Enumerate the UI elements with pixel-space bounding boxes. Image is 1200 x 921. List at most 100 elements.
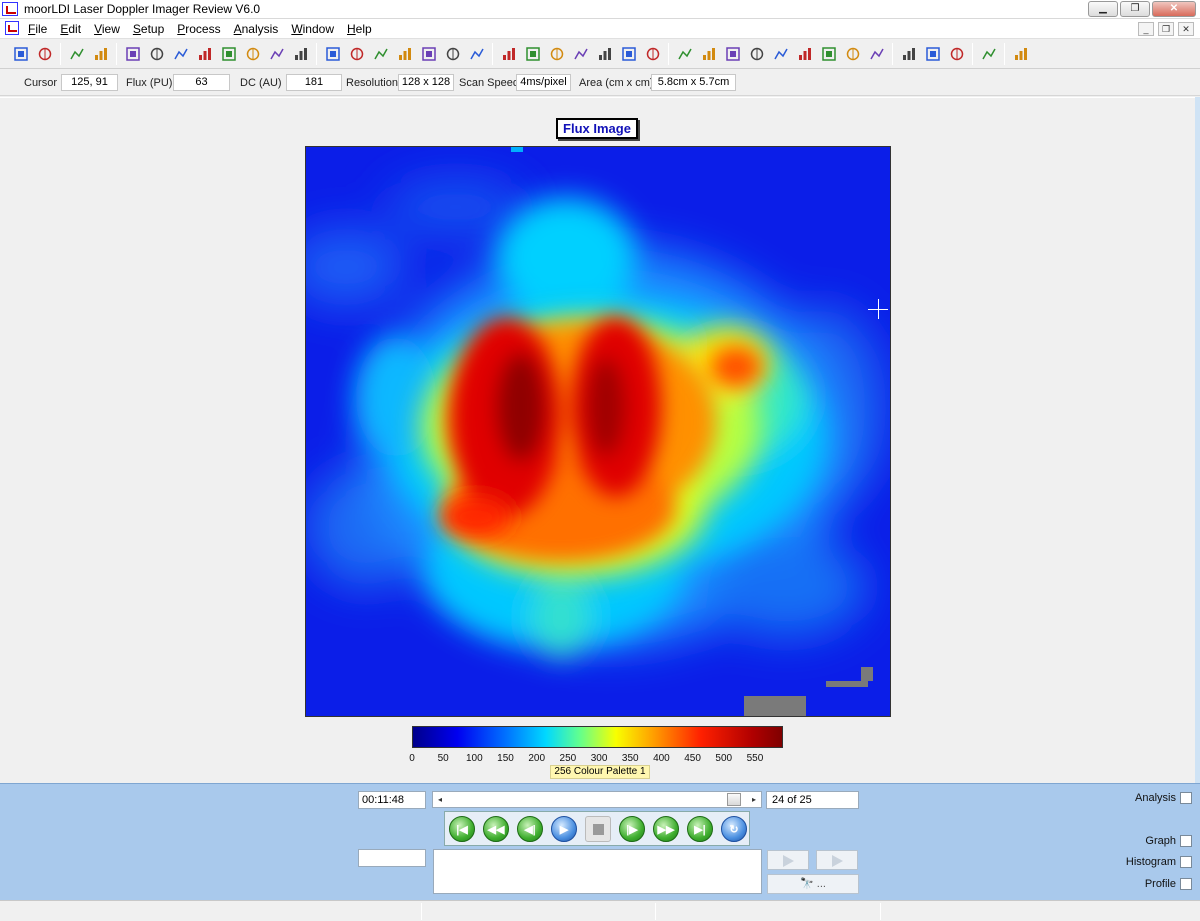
circle-button[interactable] [594, 43, 616, 65]
doc-minimize-button[interactable]: _ [1138, 22, 1154, 36]
window-title: moorLDI Laser Doppler Imager Review V6.0 [24, 2, 261, 16]
zoom-out-button[interactable] [346, 43, 368, 65]
menu-setup[interactable]: Setup [133, 22, 164, 36]
polygon-button[interactable] [618, 43, 640, 65]
masked-region-3 [861, 667, 873, 681]
scale-tick-label: 150 [497, 753, 514, 764]
blocks-2-button[interactable] [842, 43, 864, 65]
toolbar-separator [892, 43, 893, 65]
graph-checkbox[interactable] [1180, 835, 1192, 847]
close-button[interactable]: ✕ [1152, 1, 1196, 17]
step-forward-button[interactable]: |▶ [619, 816, 645, 842]
grid-button[interactable] [266, 43, 288, 65]
menu-window[interactable]: Window [291, 22, 334, 36]
first-frame-button[interactable]: |◀ [449, 816, 475, 842]
hand-pan-button[interactable] [290, 43, 312, 65]
previous-flag-button[interactable] [767, 850, 809, 870]
loop-button[interactable]: ↻ [721, 816, 747, 842]
maximize-button[interactable]: ❐ [1120, 1, 1150, 17]
frame-note-field[interactable] [358, 849, 426, 867]
next-flag-button[interactable] [816, 850, 858, 870]
play-icon: ▶ [559, 823, 569, 836]
open-file-button[interactable] [10, 43, 32, 65]
stop-button[interactable] [585, 816, 611, 842]
play-button[interactable]: ▶ [551, 816, 577, 842]
scroll-left-arrow[interactable]: ◂ [433, 792, 447, 807]
histogram-checkbox[interactable] [1180, 856, 1192, 868]
dots-button[interactable] [794, 43, 816, 65]
menu-file[interactable]: File [28, 22, 47, 36]
menu-analysis[interactable]: Analysis [234, 22, 279, 36]
profile-checkbox[interactable] [1180, 878, 1192, 890]
report-button[interactable] [66, 43, 88, 65]
flag-button[interactable] [746, 43, 768, 65]
colour-palette-button[interactable] [122, 43, 144, 65]
compare-button[interactable] [194, 43, 216, 65]
last-frame-button[interactable]: ▶| [687, 816, 713, 842]
cursor-value: 125, 91 [61, 74, 118, 91]
mosaic-button[interactable] [218, 43, 240, 65]
menu-label-rest: etup [140, 22, 165, 36]
area-chart-icon [949, 46, 965, 62]
document-icon[interactable] [5, 21, 19, 35]
line-button[interactable] [642, 43, 664, 65]
window-controls: ▁ ❐ ✕ [1088, 1, 1196, 17]
graph-toggle[interactable]: Graph [1145, 835, 1192, 847]
angle-button[interactable] [546, 43, 568, 65]
histogram-label: Histogram [1125, 856, 1176, 868]
scale-tick-label: 450 [684, 753, 701, 764]
menu-help[interactable]: Help [347, 22, 372, 36]
image-button[interactable] [722, 43, 744, 65]
region-tree-button[interactable] [522, 43, 544, 65]
step-back-button[interactable]: ◀| [517, 816, 543, 842]
menu-process[interactable]: Process [177, 22, 220, 36]
doc-close-button[interactable]: ✕ [1178, 22, 1194, 36]
frame-scrollbar[interactable]: ◂ ▸ [432, 791, 762, 808]
rectangle-button[interactable] [570, 43, 592, 65]
print-preview-button[interactable] [90, 43, 112, 65]
blocks-3-icon [869, 46, 885, 62]
book-button[interactable] [1010, 43, 1032, 65]
trace-2-button[interactable] [418, 43, 440, 65]
trace-button[interactable] [394, 43, 416, 65]
doc-restore-button[interactable]: ❐ [1158, 22, 1174, 36]
down-arrow-button[interactable] [466, 43, 488, 65]
analysis-checkbox[interactable] [1180, 792, 1192, 804]
histogram-toggle[interactable]: Histogram [1126, 856, 1192, 868]
find-button[interactable]: 🔭 ... [767, 874, 859, 894]
analysis-toggle[interactable]: Analysis [1135, 792, 1192, 804]
fast-forward-button[interactable]: ▶▶ [653, 816, 679, 842]
menu-view[interactable]: View [94, 22, 120, 36]
blocks-3-button[interactable] [866, 43, 888, 65]
menu-edit[interactable]: Edit [60, 22, 81, 36]
notes-field[interactable] [433, 849, 762, 894]
profile-toggle[interactable]: Profile [1145, 878, 1192, 890]
image-title: Flux Image [556, 118, 638, 139]
scroll-right-arrow[interactable]: ▸ [747, 792, 761, 807]
point-button[interactable] [498, 43, 520, 65]
mask-button[interactable] [674, 43, 696, 65]
save-file-button[interactable] [34, 43, 56, 65]
minimize-button[interactable]: ▁ [1088, 1, 1118, 17]
toolbar-separator [1004, 43, 1005, 65]
flag-off-button[interactable] [770, 43, 792, 65]
palette-label: 256 Colour Palette 1 [550, 765, 650, 779]
bar-chart-button[interactable] [922, 43, 944, 65]
join-button[interactable] [698, 43, 720, 65]
cursor-label: Cursor [24, 77, 58, 89]
spectrum-button[interactable] [170, 43, 192, 65]
area-chart-button[interactable] [946, 43, 968, 65]
printer-button[interactable] [978, 43, 1000, 65]
rewind-button[interactable]: ◀◀ [483, 816, 509, 842]
spreadsheet-button[interactable] [898, 43, 920, 65]
camera-button[interactable] [242, 43, 264, 65]
image-stack-button[interactable] [146, 43, 168, 65]
zoom-in-button[interactable] [322, 43, 344, 65]
zoom-fit-button[interactable] [370, 43, 392, 65]
join-icon [701, 46, 717, 62]
frame-scroll-track[interactable] [447, 792, 747, 807]
frame-scroll-thumb[interactable] [727, 793, 742, 806]
blocks-button[interactable] [818, 43, 840, 65]
up-arrow-button[interactable] [442, 43, 464, 65]
flux-image[interactable] [305, 146, 891, 717]
